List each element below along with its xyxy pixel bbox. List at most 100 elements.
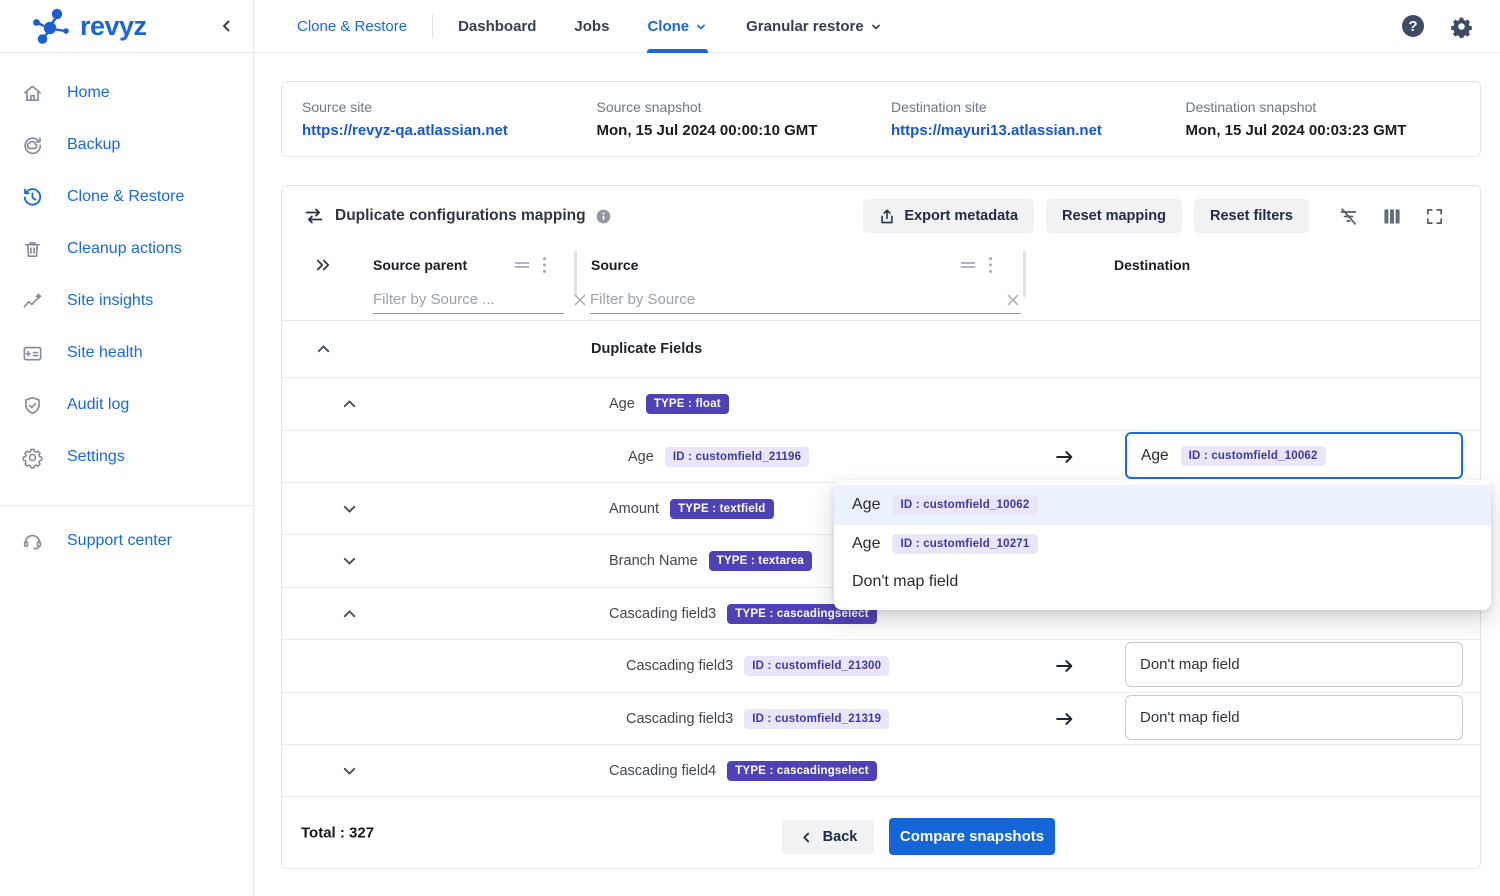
revyz-logo-icon <box>30 6 74 46</box>
shield-check-icon <box>20 393 44 417</box>
source-site-link[interactable]: https://revyz-qa.atlassian.net <box>302 122 597 139</box>
sidebar-item-clone-restore[interactable]: Clone & Restore <box>0 171 253 223</box>
tab-jobs[interactable]: Jobs <box>574 0 609 53</box>
clear-filter-icon[interactable] <box>572 292 588 308</box>
export-metadata-button[interactable]: Export metadata <box>863 199 1034 233</box>
destination-dropdown: Age ID : customfield_10062 Age ID : cust… <box>834 480 1491 610</box>
gear-icon <box>20 445 44 469</box>
field-label: Age <box>609 396 635 412</box>
destination-snapshot-block: Destination snapshot Mon, 15 Jul 2024 00… <box>1186 99 1481 139</box>
table-row: Cascading field4 TYPE : cascadingselect <box>282 745 1480 797</box>
fullscreen-icon[interactable] <box>1425 207 1444 226</box>
table-row: Cascading field3 ID : customfield_21300 … <box>282 640 1480 693</box>
sidebar-collapse-icon[interactable] <box>217 17 235 35</box>
breadcrumb[interactable]: Clone & Restore <box>297 18 407 35</box>
source-site-block: Source site https://revyz-qa.atlassian.n… <box>302 99 597 139</box>
sidebar-item-label: Cleanup actions <box>67 240 182 258</box>
column-header-source[interactable]: Source <box>591 257 638 273</box>
option-label: Age <box>852 496 880 514</box>
destination-snapshot-value: Mon, 15 Jul 2024 00:03:23 GMT <box>1186 122 1481 139</box>
topbar-divider <box>432 14 433 38</box>
id-badge: ID : customfield_10062 <box>892 495 1037 515</box>
destination-value: Don't map field <box>1140 709 1240 726</box>
option-label: Age <box>852 535 880 553</box>
id-badge: ID : customfield_10062 <box>1181 446 1326 466</box>
type-badge: TYPE : textfield <box>670 499 774 519</box>
expand-chevron-down-icon[interactable] <box>340 552 359 571</box>
tab-dashboard[interactable]: Dashboard <box>458 0 536 53</box>
sidebar-item-cleanup-actions[interactable]: Cleanup actions <box>0 223 253 275</box>
field-label: Cascading field3 <box>626 711 733 727</box>
settings-gear-icon[interactable] <box>1450 15 1473 38</box>
collapse-chevron-up-icon[interactable] <box>340 395 359 414</box>
map-arrow-icon <box>1054 656 1075 677</box>
sidebar-nav: Home Backup Clone & Restore Cleanup acti… <box>0 53 253 483</box>
option-label: Don't map field <box>852 573 958 591</box>
dropdown-option[interactable]: Age ID : customfield_10271 <box>834 525 1491 563</box>
drag-handle-icon[interactable] <box>959 257 977 273</box>
back-button[interactable]: Back <box>782 820 874 854</box>
clear-filter-icon[interactable] <box>1005 292 1021 308</box>
reset-mapping-button[interactable]: Reset mapping <box>1046 199 1182 233</box>
destination-select[interactable]: Don't map field <box>1125 695 1463 740</box>
source-parent-filter-input[interactable] <box>373 291 572 308</box>
health-card-icon <box>20 341 44 365</box>
expand-columns-icon[interactable] <box>314 256 333 275</box>
section-label: Duplicate Fields <box>591 341 702 357</box>
field-label: Cascading field3 <box>609 606 716 622</box>
expand-chevron-down-icon[interactable] <box>340 499 359 518</box>
column-menu-icon[interactable] <box>542 256 547 274</box>
tab-clone[interactable]: Clone <box>647 0 708 53</box>
drag-handle-icon[interactable] <box>513 257 531 273</box>
tab-label: Granular restore <box>746 18 864 35</box>
filter-off-icon[interactable] <box>1338 206 1359 227</box>
column-header-source-parent[interactable]: Source parent <box>373 257 467 273</box>
brand-wordmark: revyz <box>80 11 147 42</box>
column-menu-icon[interactable] <box>988 256 993 274</box>
destination-site-block: Destination site https://mayuri13.atlass… <box>891 99 1186 139</box>
panel-header: Duplicate configurations mapping Export … <box>282 186 1480 246</box>
topbar-actions: ? <box>1402 15 1500 38</box>
info-icon[interactable] <box>596 209 611 224</box>
source-filter <box>590 286 1021 314</box>
tab-label: Clone <box>647 18 689 35</box>
sidebar-item-settings[interactable]: Settings <box>0 431 253 483</box>
expand-chevron-down-icon[interactable] <box>340 761 359 780</box>
sidebar-item-label: Home <box>67 84 110 102</box>
source-filter-input[interactable] <box>590 291 1005 308</box>
reset-filters-button[interactable]: Reset filters <box>1194 199 1309 233</box>
source-snapshot-value: Mon, 15 Jul 2024 00:00:10 GMT <box>597 122 892 139</box>
destination-select-open[interactable]: Age ID : customfield_10062 <box>1125 432 1463 479</box>
sidebar-item-backup[interactable]: Backup <box>0 119 253 171</box>
compare-snapshots-button[interactable]: Compare snapshots <box>889 818 1055 855</box>
sidebar-item-site-health[interactable]: Site health <box>0 327 253 379</box>
export-icon <box>879 208 895 225</box>
collapse-chevron-up-icon[interactable] <box>340 604 359 623</box>
destination-site-link[interactable]: https://mayuri13.atlassian.net <box>891 122 1186 139</box>
tab-label: Dashboard <box>458 18 536 35</box>
headset-icon <box>20 529 44 553</box>
columns-icon[interactable] <box>1382 207 1402 226</box>
map-arrow-icon <box>1054 446 1075 467</box>
backup-icon <box>20 133 44 157</box>
sidebar-item-label: Site health <box>67 344 143 362</box>
sidebar-item-support-center[interactable]: Support center <box>0 515 253 567</box>
help-icon[interactable]: ? <box>1402 15 1424 37</box>
field-label: Branch Name <box>609 553 698 569</box>
field-label: Cascading field4 <box>609 763 716 779</box>
sidebar-item-label: Settings <box>67 448 125 466</box>
tab-granular-restore[interactable]: Granular restore <box>746 0 883 53</box>
panel-toolbar: Export metadata Reset mapping Reset filt… <box>863 199 1444 233</box>
table-row: Age TYPE : float <box>282 378 1480 431</box>
dropdown-option[interactable]: Age ID : customfield_10062 <box>834 485 1491 525</box>
dropdown-option[interactable]: Don't map field <box>834 563 1491 601</box>
sidebar-item-label: Audit log <box>67 396 129 414</box>
collapse-chevron-up-icon[interactable] <box>314 340 333 359</box>
destination-value: Don't map field <box>1140 656 1240 673</box>
sidebar-divider <box>0 505 253 506</box>
table-header-row: Source parent Source Destination <box>282 246 1480 284</box>
sidebar-item-home[interactable]: Home <box>0 67 253 119</box>
sidebar-item-audit-log[interactable]: Audit log <box>0 379 253 431</box>
destination-select[interactable]: Don't map field <box>1125 642 1463 687</box>
sidebar-item-site-insights[interactable]: Site insights <box>0 275 253 327</box>
